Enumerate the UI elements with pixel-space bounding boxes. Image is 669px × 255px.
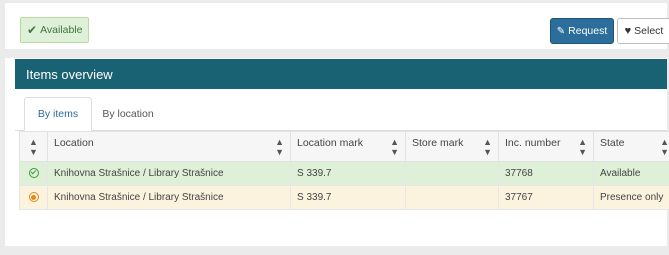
presence-status-icon <box>28 192 39 203</box>
select-button-label: Select <box>634 25 664 37</box>
sort-icon: ▲ ▼ <box>275 136 284 157</box>
request-button-label: Request <box>568 25 608 37</box>
location-mark-cell: S 339.7 <box>290 185 406 210</box>
heart-icon: ♥ <box>624 25 632 37</box>
items-table: ▲ ▼ Location ▲ ▼ Location mark ▲ ▼ Store ma… <box>19 131 669 210</box>
column-label: State <box>600 136 625 149</box>
availability-badge: ✔ Available <box>20 17 90 43</box>
availability-badge-label: Available <box>40 24 83 36</box>
location-cell: Knihovna Strašnice / Library Strašnice <box>47 161 291 186</box>
location-mark-cell: S 339.7 <box>290 161 406 186</box>
request-button[interactable]: ✎ Request <box>550 18 614 44</box>
item-action-bar: ✔ Available ✎ Request ♥ Select <box>5 3 669 49</box>
store-mark-cell <box>405 161 499 186</box>
state-cell: Presence only <box>593 185 669 210</box>
inc-number-cell: 37768 <box>498 161 594 186</box>
sort-icon: ▲ ▼ <box>29 136 38 157</box>
column-label: Location mark <box>297 136 363 149</box>
state-column-header[interactable]: State ▲ ▼ <box>593 131 669 162</box>
column-label: Location <box>54 136 94 149</box>
sort-icon: ▲ ▼ <box>483 136 492 157</box>
table-row[interactable]: Knihovna Strašnice / Library Strašnice S… <box>19 185 669 210</box>
state-cell: Available <box>593 161 669 186</box>
status-cell <box>19 185 48 210</box>
sort-icon: ▲ ▼ <box>390 136 399 157</box>
sort-icon: ▲ ▼ <box>660 136 669 157</box>
column-label: Inc. number <box>505 136 561 149</box>
status-cell <box>19 161 48 186</box>
store-mark-column-header[interactable]: Store mark ▲ ▼ <box>405 131 499 162</box>
location-mark-column-header[interactable]: Location mark ▲ ▼ <box>290 131 406 162</box>
select-button[interactable]: ♥ Select <box>617 18 669 44</box>
pencil-icon: ✎ <box>556 25 566 37</box>
inc-number-cell: 37767 <box>498 185 594 210</box>
available-status-icon <box>28 168 39 179</box>
sort-icon: ▲ ▼ <box>578 136 587 157</box>
tab-bar: By items By location <box>15 97 667 131</box>
inc-number-column-header[interactable]: Inc. number ▲ ▼ <box>498 131 594 162</box>
status-column-header[interactable]: ▲ ▼ <box>19 131 48 162</box>
store-mark-cell <box>405 185 499 210</box>
tab-by-items[interactable]: By items <box>24 97 92 131</box>
table-header-row: ▲ ▼ Location ▲ ▼ Location mark ▲ ▼ Store ma… <box>19 131 669 162</box>
column-label: Store mark <box>412 136 464 149</box>
table-row[interactable]: Knihovna Strašnice / Library Strašnice S… <box>19 161 669 186</box>
tab-by-location[interactable]: By location <box>93 97 163 130</box>
panel-title: Items overview <box>15 59 667 89</box>
location-column-header[interactable]: Location ▲ ▼ <box>47 131 291 162</box>
check-icon: ✔ <box>27 23 38 37</box>
location-cell: Knihovna Strašnice / Library Strašnice <box>47 185 291 210</box>
